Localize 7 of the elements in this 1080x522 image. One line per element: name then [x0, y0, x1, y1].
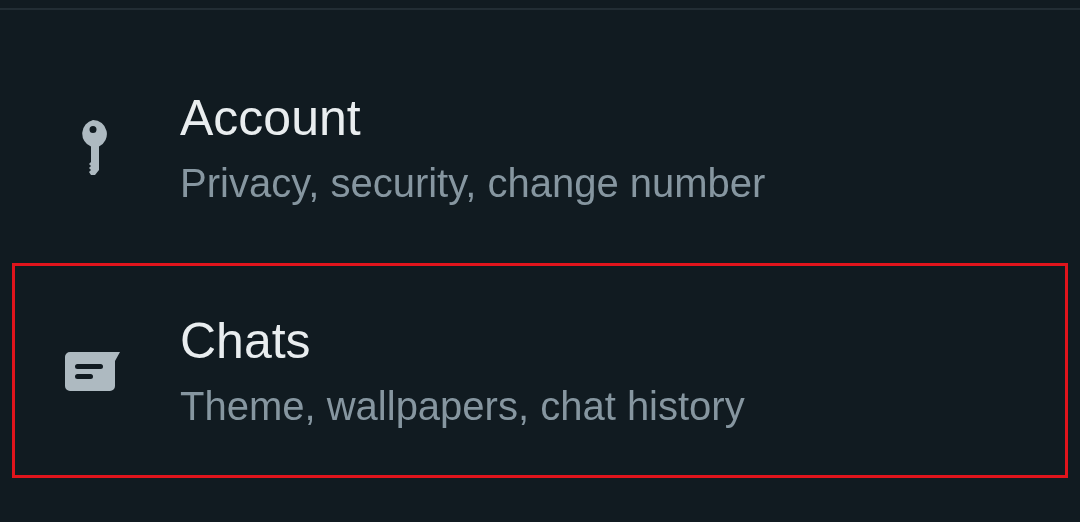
item-title: Account	[180, 88, 362, 148]
item-title: Chats	[180, 311, 312, 371]
item-subtitle: Theme, wallpapers, chat history	[180, 382, 745, 430]
highlighted-settings-item[interactable]: Chats Theme, wallpapers, chat history	[12, 263, 1068, 478]
settings-item[interactable]: Account Privacy, security, change number	[12, 40, 1068, 255]
chat-icon	[63, 349, 122, 392]
item-subtitle: Privacy, security, change number	[180, 159, 766, 207]
